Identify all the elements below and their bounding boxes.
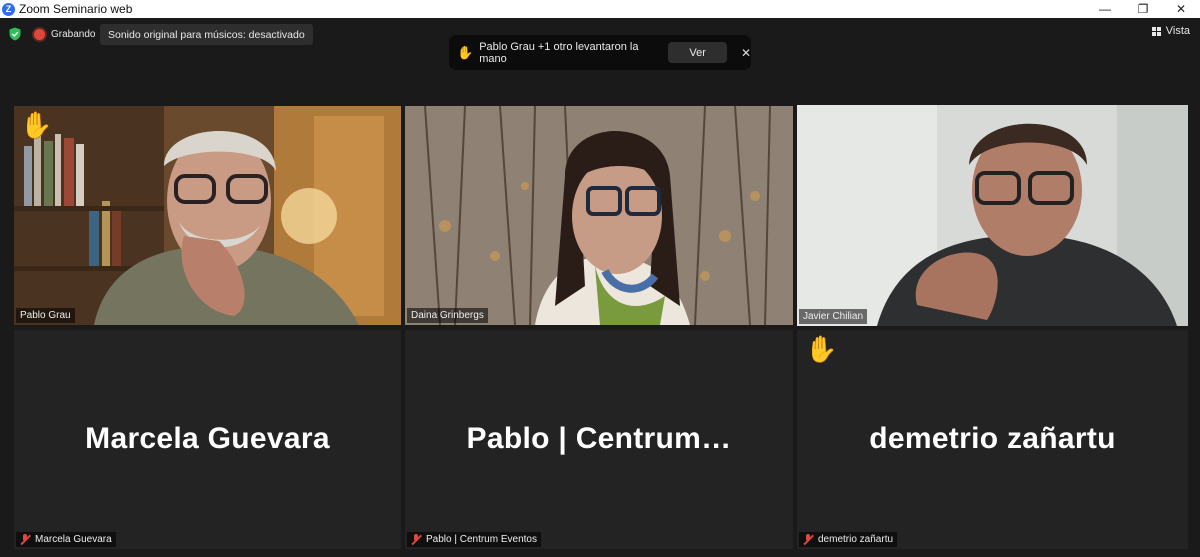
meeting-top-toolbar: Grabando Sonido original para músicos: d… <box>0 18 1200 96</box>
participant-video <box>797 105 1188 326</box>
raised-hand-icon: ✋ <box>20 110 53 140</box>
recording-label: Grabando <box>51 28 96 40</box>
raised-hand-icon: ✋ <box>457 44 474 60</box>
participant-name: demetrio zañartu <box>818 534 894 545</box>
participant-name-tag: Daina Grinbergs <box>407 308 488 323</box>
recording-indicator[interactable]: Grabando <box>34 26 95 42</box>
view-raised-hands-button[interactable]: Ver <box>668 42 727 63</box>
maximize-button[interactable]: ❐ <box>1124 0 1162 18</box>
participant-name: Javier Chilian <box>803 311 864 322</box>
participant-name-tag: Marcela Guevara <box>16 532 116 547</box>
window-title-bar: Z Zoom Seminario web — ❐ ✕ <box>0 0 1200 18</box>
original-sound-status[interactable]: Sonido original para músicos: desactivad… <box>100 24 313 45</box>
raised-hand-icon: ✋ <box>805 334 838 364</box>
participant-name: Pablo Grau <box>20 310 71 321</box>
view-menu-button[interactable]: Vista <box>1151 25 1190 37</box>
muted-microphone-icon <box>20 534 31 545</box>
avatar-tile-marcela-guevara[interactable]: Marcela Guevara Marcela Guevara <box>14 330 401 549</box>
participant-name-tag: demetrio zañartu <box>799 532 898 547</box>
participant-name: Daina Grinbergs <box>411 310 484 321</box>
minimize-button[interactable]: — <box>1086 0 1124 18</box>
notification-text: Pablo Grau +1 otro levantaron la mano <box>479 40 639 65</box>
raised-hand-notification: ✋ Pablo Grau +1 otro levantaron la mano … <box>449 35 751 70</box>
muted-microphone-icon <box>803 534 814 545</box>
video-tile-javier-chilian[interactable]: Javier Chilian <box>797 105 1188 326</box>
close-notification-icon[interactable]: ✕ <box>741 46 751 60</box>
participant-name-tag: Pablo | Centrum Eventos <box>407 532 541 547</box>
participant-video <box>405 106 793 325</box>
grid-view-icon <box>1151 26 1161 36</box>
window-title: Zoom Seminario web <box>19 2 133 16</box>
avatar-tile-demetrio-zanartu[interactable]: ✋ demetrio zañartu demetrio zañartu <box>797 330 1188 549</box>
participant-display-name: Marcela Guevara <box>85 422 330 455</box>
participant-video <box>14 106 401 325</box>
muted-microphone-icon <box>411 534 422 545</box>
security-shield-icon[interactable] <box>8 27 22 41</box>
participant-name-tag: Javier Chilian <box>799 309 868 324</box>
participant-name: Pablo | Centrum Eventos <box>426 534 537 545</box>
participant-display-name: Pablo | Centrum… <box>466 422 732 455</box>
participant-name: Marcela Guevara <box>35 534 112 545</box>
avatar-tile-pablo-centrum-eventos[interactable]: Pablo | Centrum… Pablo | Centrum Eventos <box>405 330 793 549</box>
zoom-logo-icon: Z <box>2 2 15 16</box>
view-label: Vista <box>1165 25 1190 37</box>
recording-dot-icon <box>34 28 45 40</box>
video-tile-daina-grinbergs[interactable]: Daina Grinbergs <box>405 106 793 325</box>
close-window-button[interactable]: ✕ <box>1162 0 1200 18</box>
participant-name-tag: Pablo Grau <box>16 308 75 323</box>
video-tile-pablo-grau[interactable]: ✋ Pablo Grau <box>14 106 401 325</box>
participant-display-name: demetrio zañartu <box>869 422 1116 455</box>
